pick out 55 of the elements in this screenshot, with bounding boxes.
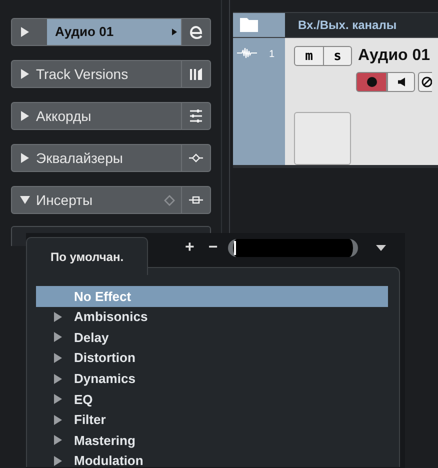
section-title: Эквалайзеры xyxy=(36,148,123,168)
expand-arrow-icon xyxy=(53,312,63,322)
plugin-list-item[interactable]: Modulation xyxy=(36,450,388,468)
inspector-section[interactable]: Инсерты xyxy=(11,186,211,214)
record-button[interactable] xyxy=(356,72,387,92)
speaker-icon xyxy=(398,77,404,87)
remove-button[interactable]: − xyxy=(208,240,218,256)
e-icon xyxy=(188,24,204,40)
add-button[interactable]: + xyxy=(185,240,194,256)
expand-arrow-icon xyxy=(53,332,63,342)
plugin-list-item[interactable]: Delay xyxy=(36,327,388,348)
expand-arrow-icon xyxy=(20,111,30,121)
record-dot-icon xyxy=(366,77,376,87)
plugin-list-item[interactable]: EQ xyxy=(36,388,388,410)
plugin-list-item[interactable]: Filter xyxy=(36,410,388,430)
plugin-list-item[interactable]: Distortion xyxy=(36,348,388,368)
inspector-section[interactable]: Аудио 01 xyxy=(11,18,211,46)
inspector-section[interactable]: Track Versions xyxy=(11,60,211,88)
column-header: Вх./Вых. каналы xyxy=(298,17,397,34)
plugin-list-item[interactable]: Ambisonics xyxy=(36,306,388,328)
section-title: Инсерты xyxy=(36,190,93,210)
section-title: Track Versions xyxy=(36,64,128,84)
expand-arrow-icon xyxy=(20,153,30,163)
inspector-section[interactable]: Эквалайзеры xyxy=(11,144,211,172)
plugin-list-item[interactable]: Dynamics xyxy=(36,368,388,389)
plugin-list-item[interactable]: Mastering xyxy=(36,430,388,451)
diamond-icon xyxy=(164,194,175,206)
expand-arrow-icon xyxy=(53,414,63,425)
preset-tab[interactable]: По умолчан. xyxy=(26,237,148,275)
edit-icon xyxy=(421,76,432,88)
track-name: Аудио 01 xyxy=(358,46,430,66)
monitor-button[interactable] xyxy=(387,72,415,92)
track-number: 1 xyxy=(269,48,275,62)
collapse-arrow-icon xyxy=(20,195,30,205)
expand-arrow-icon xyxy=(53,435,63,446)
section-title: Аккорды xyxy=(36,106,92,126)
folder-icon xyxy=(239,17,259,33)
expand-arrow-icon xyxy=(20,69,30,79)
solo-button[interactable]: s xyxy=(323,47,351,65)
expand-arrow-icon xyxy=(53,456,63,466)
mute-button[interactable]: m xyxy=(295,47,323,65)
expand-arrow-icon xyxy=(20,27,30,37)
track-image-slot[interactable] xyxy=(294,112,351,165)
expand-arrow-icon xyxy=(53,394,63,404)
section-title: Аудио 01 xyxy=(55,23,114,42)
expand-arrow-icon xyxy=(53,374,63,384)
waveform-icon xyxy=(237,47,257,59)
inspector-section[interactable]: Аккорды xyxy=(11,102,211,130)
expand-arrow-icon xyxy=(53,353,63,364)
dropdown-caret-icon xyxy=(376,245,386,251)
small-arrow-icon xyxy=(172,28,177,36)
edit-button[interactable] xyxy=(418,72,432,92)
search-field[interactable] xyxy=(228,239,358,257)
bars-icon xyxy=(188,66,204,82)
sliders-icon xyxy=(188,108,204,124)
